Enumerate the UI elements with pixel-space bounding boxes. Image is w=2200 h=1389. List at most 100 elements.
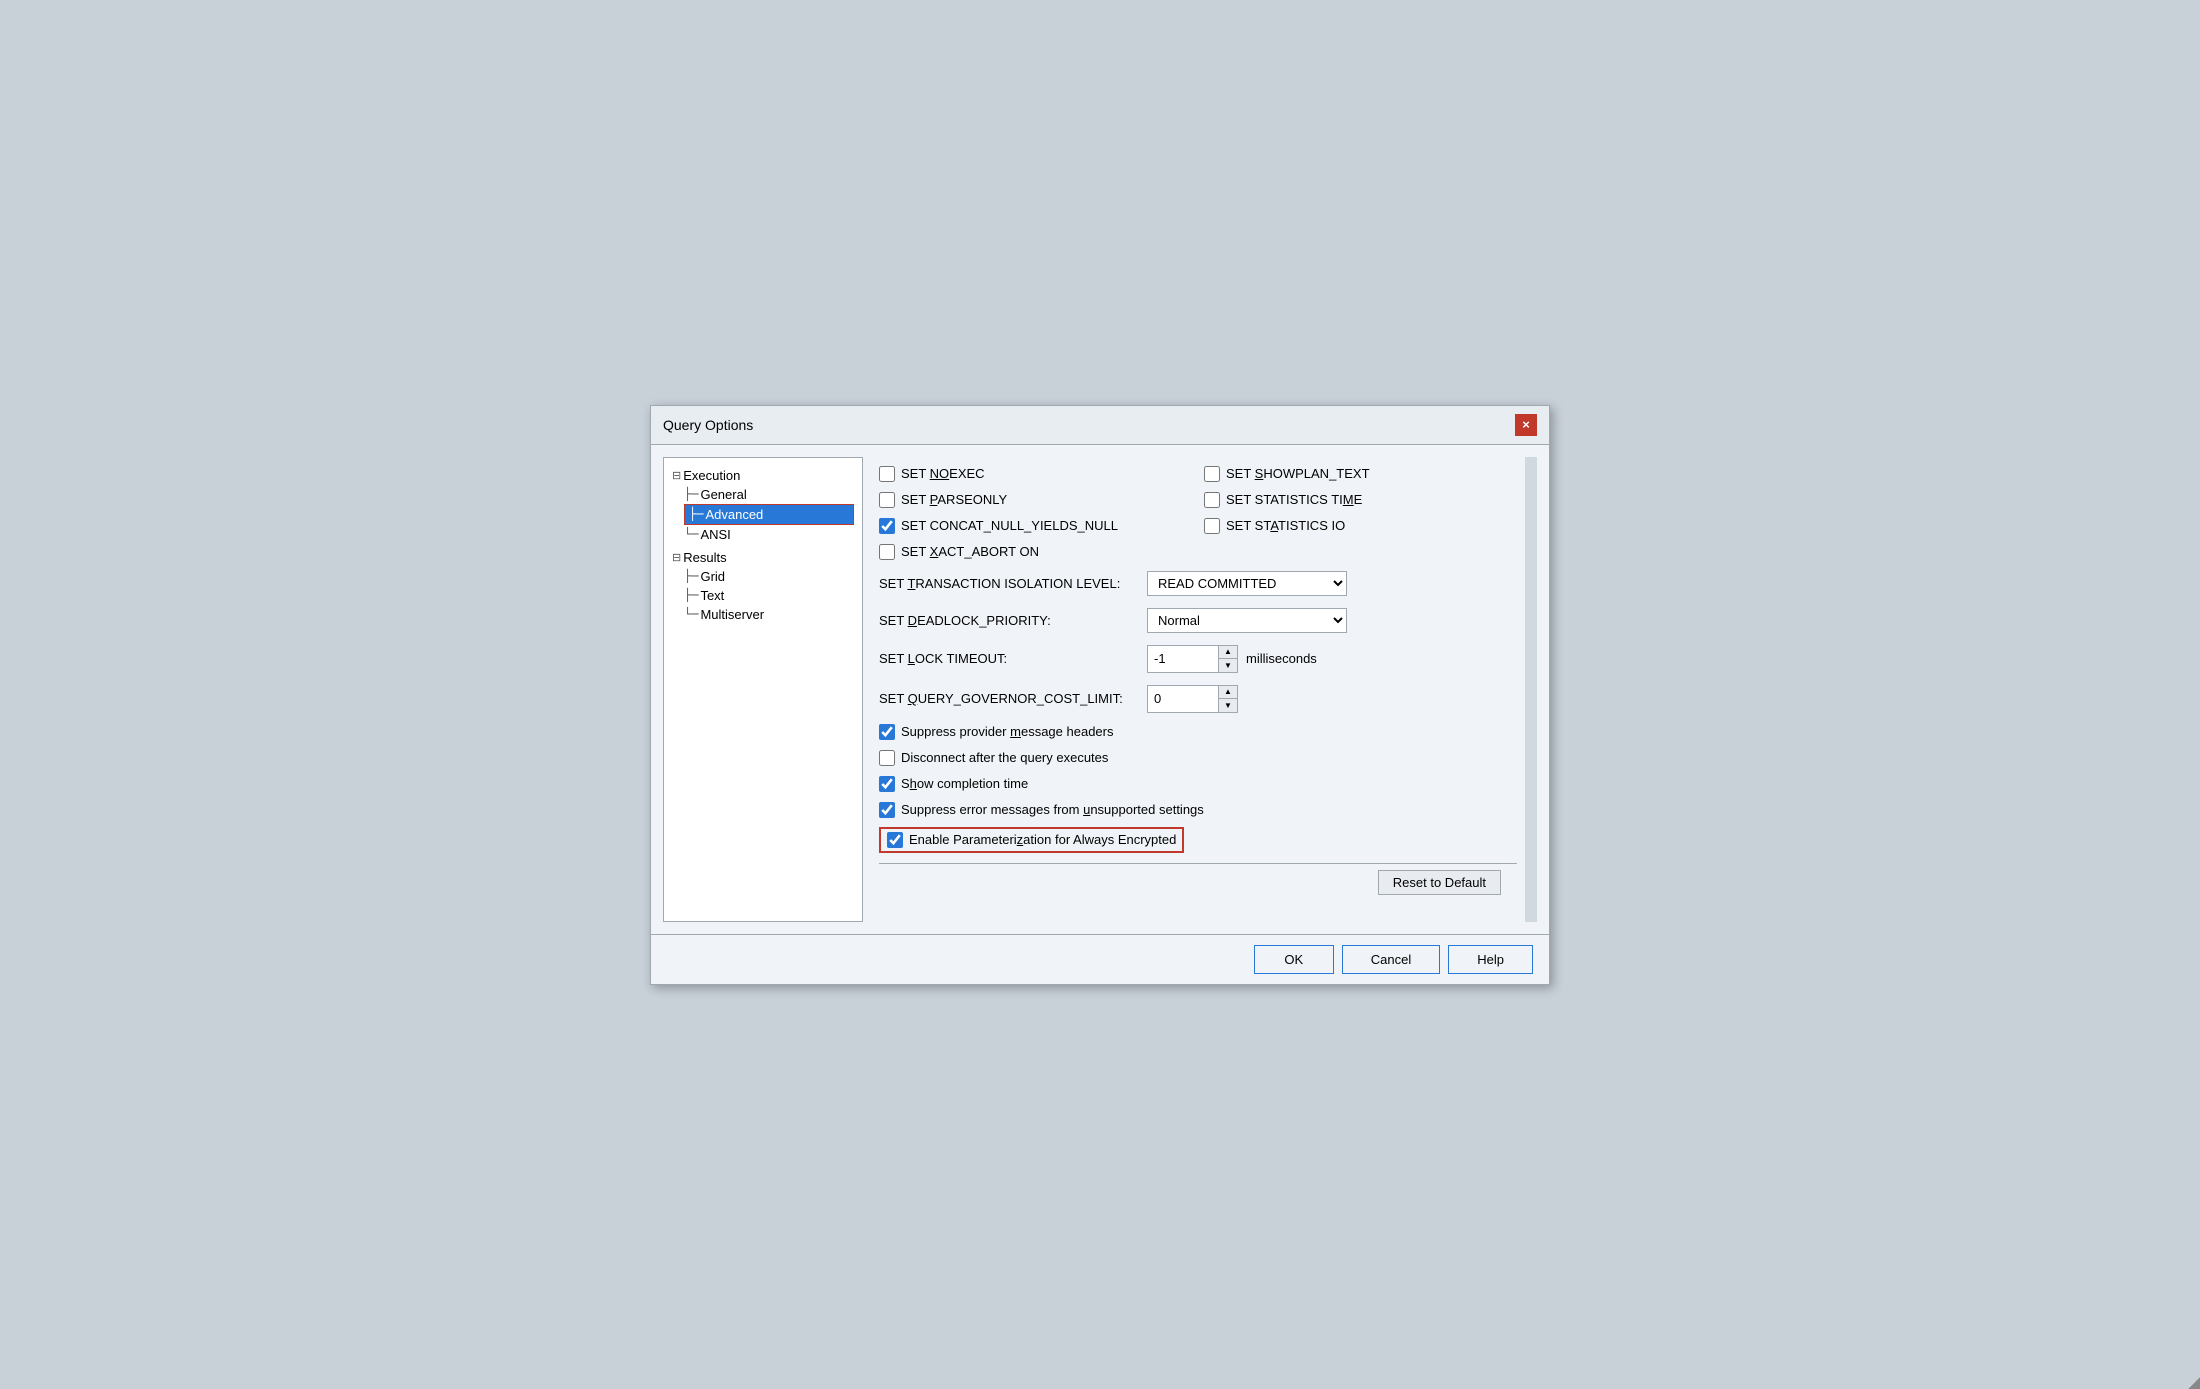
suppress-errors-label: Suppress error messages from unsupported…	[901, 802, 1204, 817]
set-xact-abort-row: SET XACT_ABORT ON	[879, 539, 1517, 565]
set-noexec-checkbox[interactable]	[879, 466, 895, 482]
query-governor-input-group: ▲ ▼	[1147, 685, 1238, 713]
checkbox-row-3: SET CONCAT_NULL_YIELDS_NULL SET STATISTI…	[879, 513, 1517, 539]
enable-parameterization-highlighted: Enable Parameterization for Always Encry…	[879, 827, 1184, 853]
disconnect-after-checkbox[interactable]	[879, 750, 895, 766]
deadlock-priority-row: SET DEADLOCK_PRIORITY: Low Normal High	[879, 602, 1517, 639]
tree-item-label: ANSI	[700, 527, 730, 542]
set-statistics-io-checkbox[interactable]	[1204, 518, 1220, 534]
set-showplan-label: SET SHOWPLAN_TEXT	[1226, 466, 1370, 481]
query-governor-down[interactable]: ▼	[1219, 699, 1237, 712]
milliseconds-label: milliseconds	[1246, 651, 1317, 666]
enable-parameterization-row: Enable Parameterization for Always Encry…	[887, 832, 1176, 848]
query-governor-row: SET QUERY_GOVERNOR_COST_LIMIT: ▲ ▼	[879, 679, 1517, 719]
tree-item-label: Multiserver	[700, 607, 764, 622]
scroll-content: SET NOEXEC SET SHOWPLAN_TEXT SET PARSEON…	[871, 457, 1537, 922]
tree-item-label: Execution	[683, 468, 740, 483]
transaction-isolation-row: SET TRANSACTION ISOLATION LEVEL: READ UN…	[879, 565, 1517, 602]
title-bar: Query Options ×	[651, 406, 1549, 445]
connector-icon: ├─	[689, 507, 703, 521]
tree-item-label: General	[700, 487, 746, 502]
tree-item-label: Grid	[700, 569, 725, 584]
tree-item-text[interactable]: ├─ Text	[684, 586, 854, 605]
suppress-errors-checkbox[interactable]	[879, 802, 895, 818]
show-completion-label: Show completion time	[901, 776, 1028, 791]
set-statistics-io-row: SET STATISTICS IO	[1204, 513, 1517, 539]
tree-panel: ⊟ Execution ├─ General ├─ Advanced └─ AN…	[663, 457, 863, 922]
deadlock-priority-label: SET DEADLOCK_PRIORITY:	[879, 613, 1139, 628]
checkbox-row-2: SET PARSEONLY SET STATISTICS TIME	[879, 487, 1517, 513]
tree-item-label: Results	[683, 550, 726, 565]
lock-timeout-spinners: ▲ ▼	[1218, 646, 1237, 672]
lock-timeout-row: SET LOCK TIMEOUT: ▲ ▼ milliseconds	[879, 639, 1517, 679]
connector-icon: ├─	[684, 487, 698, 501]
set-parseonly-checkbox[interactable]	[879, 492, 895, 508]
lock-timeout-up[interactable]: ▲	[1219, 646, 1237, 659]
set-parseonly-label: SET PARSEONLY	[901, 492, 1007, 507]
set-statistics-time-checkbox[interactable]	[1204, 492, 1220, 508]
query-governor-input[interactable]	[1148, 686, 1218, 712]
tree-item-label: Text	[700, 588, 724, 603]
enable-parameterization-checkbox[interactable]	[887, 832, 903, 848]
suppress-errors-row: Suppress error messages from unsupported…	[879, 797, 1517, 823]
set-concat-null-label: SET CONCAT_NULL_YIELDS_NULL	[901, 518, 1118, 533]
tree-item-results[interactable]: ⊟ Results	[672, 548, 854, 567]
transaction-isolation-select[interactable]: READ UNCOMMITTED READ COMMITTED REPEATAB…	[1147, 571, 1347, 596]
suppress-headers-row: Suppress provider message headers	[879, 719, 1517, 745]
tree-item-multiserver[interactable]: └─ Multiserver	[684, 605, 854, 624]
connector-icon: └─	[684, 607, 698, 621]
help-button[interactable]: Help	[1448, 945, 1533, 974]
divider	[879, 863, 1517, 864]
set-noexec-row: SET NOEXEC	[879, 461, 1192, 487]
set-xact-abort-checkbox[interactable]	[879, 544, 895, 560]
checkbox-row-1: SET NOEXEC SET SHOWPLAN_TEXT	[879, 461, 1517, 487]
connector-icon: ├─	[684, 588, 698, 602]
reset-button[interactable]: Reset to Default	[1378, 870, 1501, 895]
tree-item-grid[interactable]: ├─ Grid	[684, 567, 854, 586]
lock-timeout-down[interactable]: ▼	[1219, 659, 1237, 672]
set-parseonly-row: SET PARSEONLY	[879, 487, 1192, 513]
set-showplan-row: SET SHOWPLAN_TEXT	[1204, 461, 1517, 487]
resize-handle[interactable]	[2188, 1377, 2200, 1389]
suppress-headers-checkbox[interactable]	[879, 724, 895, 740]
tree-item-execution[interactable]: ⊟ Execution	[672, 466, 854, 485]
tree-item-ansi[interactable]: └─ ANSI	[684, 525, 854, 544]
lock-timeout-input[interactable]	[1148, 646, 1218, 672]
bottom-buttons: OK Cancel Help	[651, 934, 1549, 984]
set-showplan-checkbox[interactable]	[1204, 466, 1220, 482]
enable-parameterization-label: Enable Parameterization for Always Encry…	[909, 832, 1176, 847]
disconnect-after-row: Disconnect after the query executes	[879, 745, 1517, 771]
query-options-dialog: Query Options × ⊟ Execution ├─ General ├…	[650, 405, 1550, 985]
set-noexec-label: SET NOEXEC	[901, 466, 985, 481]
lock-timeout-input-group: ▲ ▼	[1147, 645, 1238, 673]
suppress-headers-label: Suppress provider message headers	[901, 724, 1113, 739]
content-panel: SET NOEXEC SET SHOWPLAN_TEXT SET PARSEON…	[871, 457, 1537, 922]
set-statistics-io-label: SET STATISTICS IO	[1226, 518, 1345, 533]
expand-icon: ⊟	[672, 551, 681, 564]
set-concat-null-checkbox[interactable]	[879, 518, 895, 534]
query-governor-up[interactable]: ▲	[1219, 686, 1237, 699]
lock-timeout-label: SET LOCK TIMEOUT:	[879, 651, 1139, 666]
tree-item-advanced[interactable]: ├─ Advanced	[684, 504, 854, 525]
dialog-title: Query Options	[663, 417, 753, 433]
query-governor-spinners: ▲ ▼	[1218, 686, 1237, 712]
transaction-isolation-label: SET TRANSACTION ISOLATION LEVEL:	[879, 576, 1139, 591]
dialog-body: ⊟ Execution ├─ General ├─ Advanced └─ AN…	[651, 445, 1549, 934]
connector-icon: ├─	[684, 569, 698, 583]
disconnect-after-label: Disconnect after the query executes	[901, 750, 1108, 765]
set-xact-abort-label: SET XACT_ABORT ON	[901, 544, 1039, 559]
deadlock-priority-select[interactable]: Low Normal High	[1147, 608, 1347, 633]
set-statistics-time-row: SET STATISTICS TIME	[1204, 487, 1517, 513]
set-statistics-time-label: SET STATISTICS TIME	[1226, 492, 1362, 507]
show-completion-checkbox[interactable]	[879, 776, 895, 792]
tree-item-general[interactable]: ├─ General	[684, 485, 854, 504]
cancel-button[interactable]: Cancel	[1342, 945, 1440, 974]
close-button[interactable]: ×	[1515, 414, 1537, 436]
reset-container: Reset to Default	[879, 870, 1517, 903]
set-concat-null-row: SET CONCAT_NULL_YIELDS_NULL	[879, 513, 1192, 539]
ok-button[interactable]: OK	[1254, 945, 1334, 974]
tree-item-label: Advanced	[705, 507, 763, 522]
query-governor-label: SET QUERY_GOVERNOR_COST_LIMIT:	[879, 691, 1139, 706]
show-completion-row: Show completion time	[879, 771, 1517, 797]
expand-icon: ⊟	[672, 469, 681, 482]
